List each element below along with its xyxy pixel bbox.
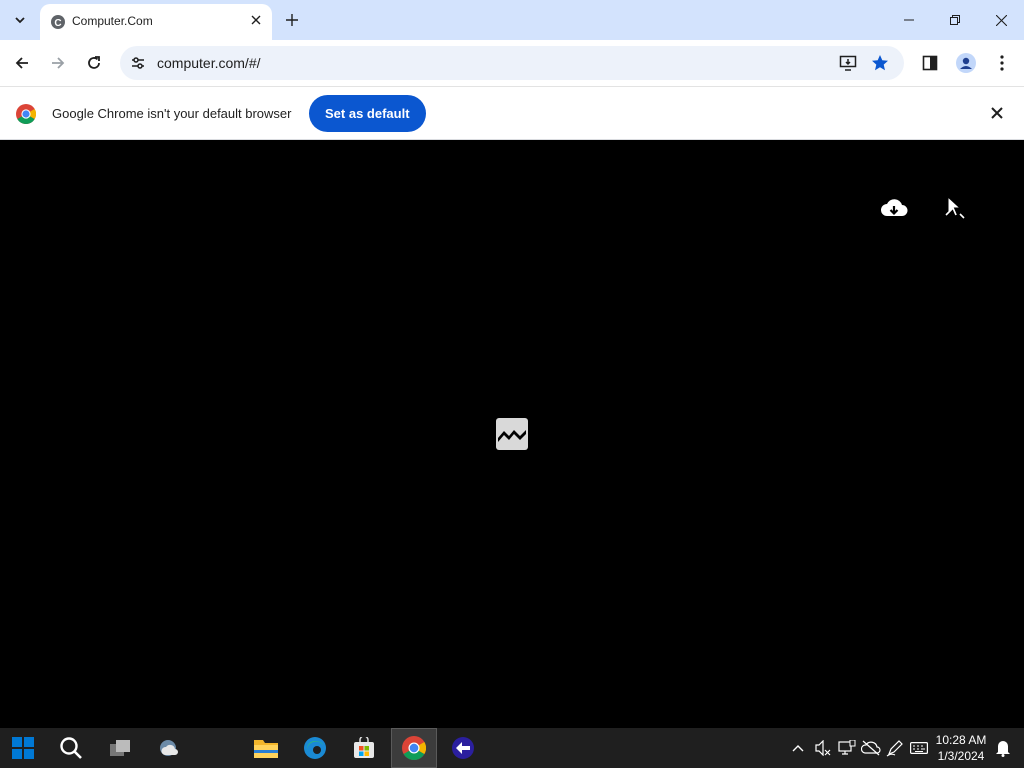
tab-title: Computer.Com — [72, 14, 153, 28]
url-text[interactable]: computer.com/#/ — [157, 55, 261, 71]
profile-icon[interactable] — [952, 49, 980, 77]
onedrive-icon[interactable] — [860, 736, 882, 760]
file-explorer-icon[interactable] — [243, 728, 289, 768]
address-bar[interactable]: computer.com/#/ — [120, 46, 904, 80]
reload-icon[interactable] — [80, 49, 108, 77]
windows-taskbar: 10:28 AM 1/3/2024 — [0, 728, 1024, 768]
keyboard-icon[interactable] — [908, 736, 930, 760]
clock-time: 10:28 AM — [935, 733, 987, 747]
edge-icon[interactable] — [292, 728, 338, 768]
infobar-message: Google Chrome isn't your default browser — [52, 106, 292, 121]
tab-search-icon[interactable] — [6, 6, 34, 34]
close-tab-icon[interactable] — [246, 10, 266, 30]
bookmark-star-icon[interactable] — [868, 51, 892, 75]
search-icon[interactable] — [48, 728, 94, 768]
browser-toolbar: computer.com/#/ — [0, 40, 1024, 86]
default-browser-infobar: Google Chrome isn't your default browser… — [0, 86, 1024, 140]
svg-text:C: C — [54, 18, 61, 29]
cloud-download-icon[interactable] — [880, 196, 908, 220]
minimize-icon[interactable] — [886, 0, 932, 40]
forward-icon[interactable] — [44, 49, 72, 77]
system-clock[interactable]: 10:28 AM 1/3/2024 — [930, 732, 992, 764]
page-content — [0, 140, 1024, 728]
network-icon[interactable] — [836, 736, 858, 760]
sound-icon[interactable] — [812, 736, 834, 760]
set-as-default-button[interactable]: Set as default — [309, 95, 426, 132]
back-icon[interactable] — [8, 49, 36, 77]
chrome-logo-icon — [16, 104, 36, 124]
weather-icon[interactable] — [146, 728, 192, 768]
install-app-icon[interactable] — [836, 51, 860, 75]
chrome-icon[interactable] — [391, 728, 437, 768]
close-window-icon[interactable] — [978, 0, 1024, 40]
new-tab-icon[interactable] — [280, 8, 304, 32]
close-infobar-icon[interactable] — [986, 102, 1008, 124]
notification-icon[interactable] — [992, 736, 1014, 760]
tab-computer-com[interactable]: C Computer.Com — [40, 4, 272, 40]
site-info-icon[interactable] — [126, 51, 150, 75]
task-view-icon[interactable] — [97, 728, 143, 768]
chevron-up-icon[interactable] — [787, 736, 809, 760]
favicon-icon: C — [51, 15, 65, 29]
app-icon[interactable] — [440, 728, 486, 768]
pen-icon[interactable] — [884, 736, 906, 760]
restore-icon[interactable] — [932, 0, 978, 40]
cursor-tool-icon[interactable] — [944, 195, 966, 219]
clock-date: 1/3/2024 — [937, 749, 985, 763]
tab-strip: C Computer.Com — [0, 0, 1024, 40]
side-panel-icon[interactable] — [916, 49, 944, 77]
start-icon[interactable] — [0, 728, 46, 768]
menu-icon[interactable] — [988, 49, 1016, 77]
store-icon[interactable] — [341, 728, 387, 768]
broken-image-icon — [496, 418, 528, 450]
